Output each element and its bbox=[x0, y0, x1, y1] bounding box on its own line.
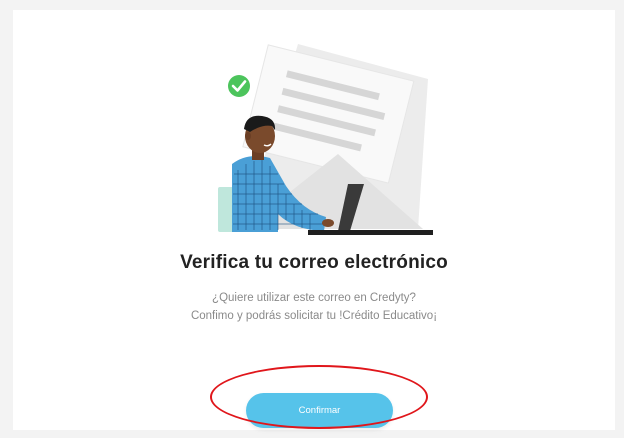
email-verification-illustration bbox=[218, 44, 433, 235]
desk bbox=[308, 230, 433, 235]
subtitle-line-2: Confimo y podrás solicitar tu !Crédito E… bbox=[190, 310, 438, 322]
confirm-button[interactable]: Confirmar bbox=[246, 393, 393, 428]
verification-card: Verifica tu correo electrónico ¿Quiere u… bbox=[13, 10, 615, 430]
page-title: Verifica tu correo electrónico bbox=[180, 252, 448, 273]
subtitle: ¿Quiere utilizar este correo en Credyty?… bbox=[13, 289, 615, 325]
subtitle-line-1: ¿Quiere utilizar este correo en Credyty? bbox=[212, 292, 416, 304]
check-icon bbox=[228, 75, 250, 97]
